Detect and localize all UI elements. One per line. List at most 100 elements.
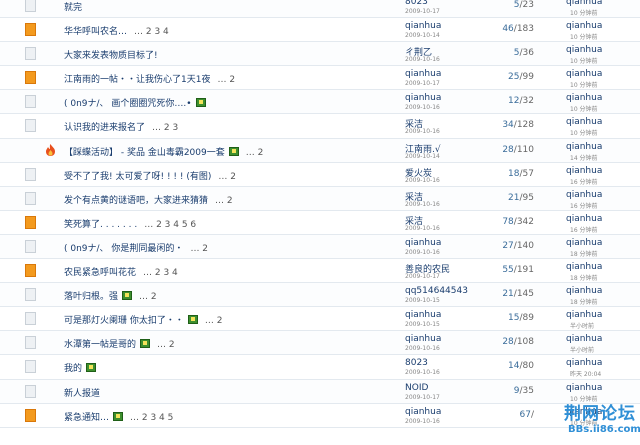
thread-pages[interactable]: … 2 [139,292,157,302]
thread-title-text[interactable]: 认识我的进来报名了 [64,123,145,133]
thread-pages[interactable]: … 2 [215,196,233,206]
thread-author[interactable]: qianhua [405,407,441,417]
thread-row[interactable]: 水潭第一帖是哥的 … 2 qianhua 2009-10-16 28/108 qi… [0,331,640,356]
thread-title[interactable]: 发个有点黄的谜语吧，大家进来猜猜 … 2 [64,193,233,206]
thread-row[interactable]: 发个有点黄的谜语吧，大家进来猜猜… 2 采洁 2009-10-16 21/95 … [0,186,640,211]
reply-count: 78 [502,216,514,227]
thread-title[interactable]: 可是那灯火阑珊 你太扣了・・ … 2 [64,313,222,326]
thread-title-text[interactable]: 可是那灯火阑珊 你太扣了・・ [64,316,184,326]
thread-title-text[interactable]: ( 0n9ナ/、 你是荆同最闲的・ [64,244,183,254]
thread-row[interactable]: 农民紧急呼叫花花… 2 3 4 善良的农民 2009-10-17 55/191 … [0,259,640,284]
thread-title-text[interactable]: 华华呼叫农名… [64,27,127,37]
image-attachment-icon [86,363,97,373]
thread-author[interactable]: qianhua [405,334,441,344]
thread-title-text[interactable]: 我的 [64,364,82,374]
thread-title-text[interactable]: 农民紧急呼叫花花 [64,268,136,278]
thread-title[interactable]: 新人报道 [64,386,107,399]
thread-pages[interactable]: … 2 [157,340,175,350]
thread-pages[interactable]: … 2 [218,172,236,182]
thread-row[interactable]: 落叶归根。强… 2 qq514644543 2009-10-15 21/145 … [0,283,640,308]
thread-title-text[interactable]: 落叶归根。强 [64,292,118,302]
thread-row[interactable]: 受不了了我! 太可爱了呀! ! ! ! (有图)… 2 爱火炭 2009-10-… [0,162,640,187]
thread-author[interactable]: 8023 [405,0,428,7]
thread-author[interactable]: qianhua [405,238,441,248]
last-post-user[interactable]: qianhua [566,21,602,31]
thread-pages[interactable]: … 2 3 4 5 [130,413,173,423]
thread-title[interactable]: 落叶归根。强 … 2 [64,289,157,302]
thread-pages[interactable]: … 2 [190,244,208,254]
thread-row[interactable]: 【踩蝶活动】 - 奖品 金山毒霸2009一套… 2 江南雨.√ 2009-10-… [0,138,640,163]
thread-row[interactable]: 华华呼叫农名… … 2 3 4 qianhua 2009-10-14 46/183… [0,18,640,43]
thread-title[interactable]: 笑死算了. . . . . . . … 2 3 4 5 6 [64,217,196,230]
thread-pages[interactable]: … 2 3 4 [143,268,178,278]
thread-author[interactable]: qianhua [405,310,441,320]
thread-title[interactable]: 江南雨的一帖・・让我伤心了1天1夜 … 2 [64,72,235,85]
last-post-user[interactable]: qianhua [566,214,602,224]
thread-pages[interactable]: … 2 3 4 5 6 [144,220,196,230]
thread-row[interactable]: 就完 8023 2009-10-17 5/23 qianhua 10 分钟前 [0,0,640,19]
last-post-user[interactable]: qianhua [566,0,602,7]
last-post-user[interactable]: qianhua [566,310,602,320]
thread-title-text[interactable]: 新人报道 [64,389,100,399]
last-post-user[interactable]: qianhua [566,262,602,272]
thread-title-text[interactable]: 水潭第一帖是哥的 [64,340,136,350]
thread-title-text[interactable]: 江南雨的一帖・・让我伤心了1天1夜 [64,75,210,85]
thread-author[interactable]: qq514644543 [405,286,468,296]
thread-title-text[interactable]: 就完 [64,3,82,13]
thread-row[interactable]: 紧急通知…… 2 3 4 5 qianhua 2009-10-16 67/ qi… [0,403,640,428]
last-post-user[interactable]: qianhua [566,286,602,296]
thread-row[interactable]: 新人报道 NOID 2009-10-17 9/35 qianhua 10 分钟前 [0,379,640,404]
thread-row[interactable]: 可是那灯火阑珊 你太扣了・・ … 2 qianhua 2009-10-15 15/… [0,307,640,332]
thread-title-text[interactable]: 受不了了我! 太可爱了呀! ! ! ! (有图) [64,172,211,182]
thread-title[interactable]: 认识我的进来报名了 … 2 3 [64,120,178,133]
thread-row[interactable]: 江南雨的一帖・・让我伤心了1天1夜… 2 qianhua 2009-10-17 … [0,66,640,91]
thread-row[interactable]: 笑死算了. . . . . . .… 2 3 4 5 6 采洁 2009-10-… [0,210,640,235]
last-post-user[interactable]: qianhua [566,383,602,393]
thread-pages[interactable]: … 2 3 [152,123,178,133]
thread-author[interactable]: qianhua [405,93,441,103]
thread-title[interactable]: 水潭第一帖是哥的 … 2 [64,337,175,350]
thread-title-text[interactable]: ( 0n9ナ/、 画个圈圈咒死你….• [64,99,192,109]
thread-pages[interactable]: … 2 [205,316,223,326]
thread-row[interactable]: ( 0n9ナ/、 画个圈圈咒死你….• qianhua 2009-10-16 1… [0,90,640,115]
thread-date: 2009-10-16 [405,248,440,256]
thread-row[interactable]: 大家来发表物质目标了! ㄔ荆乙 2009-10-16 5/36 qianhua … [0,42,640,67]
thread-title[interactable]: 紧急通知… … 2 3 4 5 [64,410,173,423]
thread-title-text[interactable]: 发个有点黄的谜语吧，大家进来猜猜 [64,196,208,206]
thread-title[interactable]: 大家来发表物质目标了! [64,48,165,61]
last-post-user[interactable]: qianhua [566,93,602,103]
last-post-user[interactable]: qianhua [566,142,602,152]
thread-title[interactable]: 就完 [64,0,89,13]
thread-date: 2009-10-17 [405,393,440,401]
last-post-user[interactable]: qianhua [566,190,602,200]
thread-author[interactable]: qianhua [405,21,441,31]
thread-row[interactable]: 认识我的进来报名了… 2 3 采洁 2009-10-16 34/128 qian… [0,114,640,139]
last-post-user[interactable]: qianhua [566,69,602,79]
image-attachment-icon [140,339,151,349]
thread-author[interactable]: qianhua [405,69,441,79]
thread-pages[interactable]: … 2 3 4 [134,27,169,37]
last-post-user[interactable]: qianhua [566,238,602,248]
thread-title[interactable]: 农民紧急呼叫花花 … 2 3 4 [64,265,178,278]
thread-title[interactable]: 【踩蝶活动】 - 奖品 金山毒霸2009一套 … 2 [64,145,263,158]
thread-row[interactable]: ( 0n9ナ/、 你是荆同最闲的・… 2 qianhua 2009-10-16 … [0,234,640,260]
thread-title[interactable]: 我的 [64,361,103,374]
thread-title-text[interactable]: 紧急通知… [64,413,109,423]
thread-title[interactable]: 受不了了我! 太可爱了呀! ! ! ! (有图) … 2 [64,169,236,182]
thread-author[interactable]: 8023 [405,358,428,368]
thread-title-text[interactable]: 笑死算了. . . . . . . [64,220,137,230]
thread-title-text[interactable]: 【踩蝶活动】 - 奖品 金山毒霸2009一套 [64,148,225,158]
thread-title-text[interactable]: 大家来发表物质目标了! [64,51,158,61]
last-post-user[interactable]: qianhua [566,117,602,127]
last-post-user[interactable]: qianhua [566,166,602,176]
last-post-user[interactable]: qianhua [566,45,602,55]
last-post-user[interactable]: qianhua [566,334,602,344]
thread-row[interactable]: 我的 8023 2009-10-16 14/80 qianhua 昨天 20:0… [0,355,640,380]
thread-title[interactable]: ( 0n9ナ/、 画个圈圈咒死你….• [64,96,213,109]
thread-author[interactable]: NOID [405,383,428,393]
thread-pages[interactable]: … 2 [246,148,264,158]
thread-title[interactable]: ( 0n9ナ/、 你是荆同最闲的・ … 2 [64,241,208,254]
last-post-user[interactable]: qianhua [566,358,602,368]
thread-title[interactable]: 华华呼叫农名… … 2 3 4 [64,24,169,37]
thread-pages[interactable]: … 2 [217,75,235,85]
